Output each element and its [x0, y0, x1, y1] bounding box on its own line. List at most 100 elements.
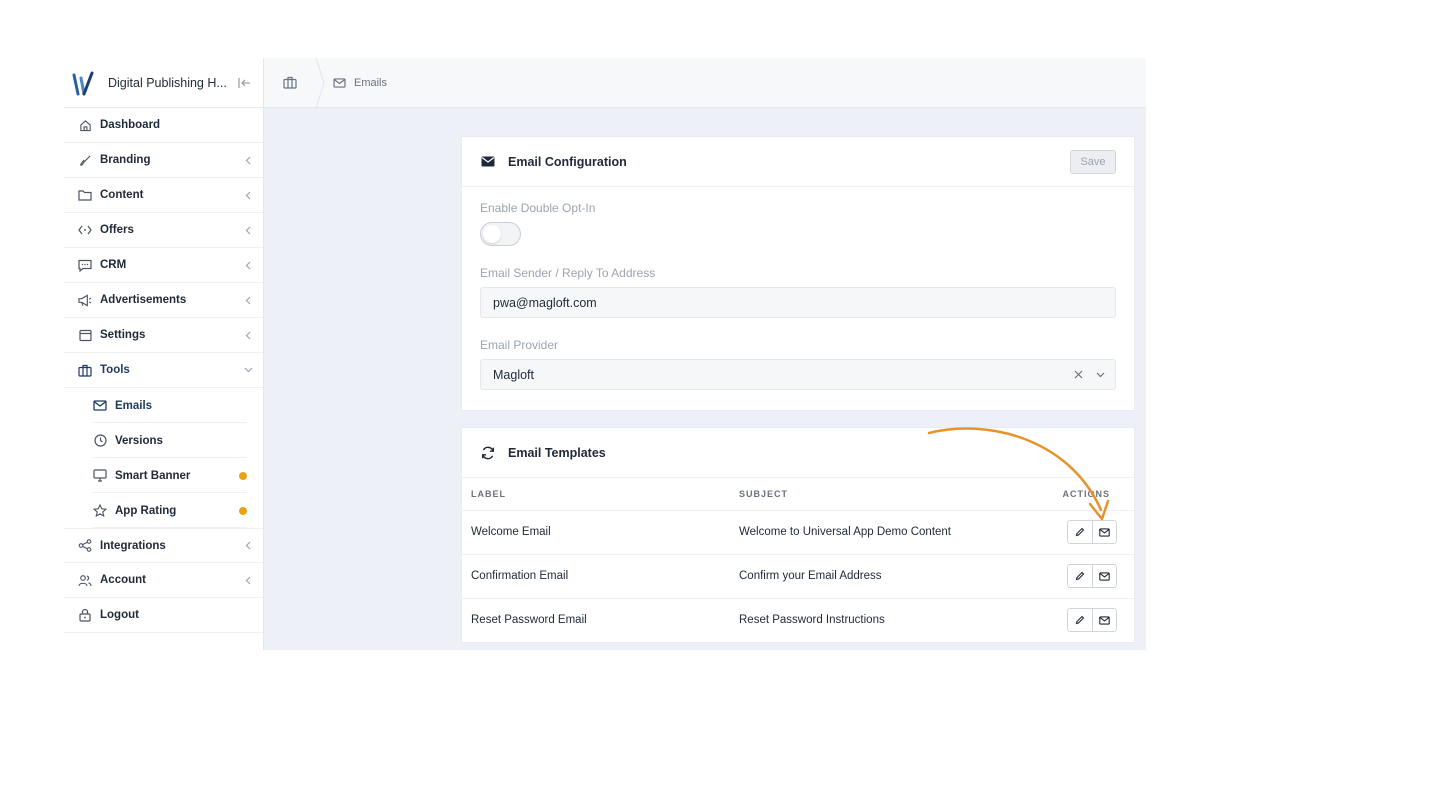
breadcrumb-current: Emails [332, 76, 387, 90]
sidebar-item-label: Settings [100, 329, 146, 341]
chevron-left-icon [243, 225, 253, 235]
chevron-down-icon[interactable] [1093, 368, 1107, 382]
card-title: Email Configuration [508, 154, 627, 169]
lock-icon [78, 608, 92, 622]
template-label: Welcome Email [462, 510, 730, 555]
megaphone-icon [78, 293, 92, 307]
templates-table: LABEL SUBJECT ACTIONS Welcome Email Welc… [462, 478, 1134, 642]
monitor-icon [93, 469, 107, 483]
mail-icon [1099, 616, 1110, 625]
sidebar-item-branding[interactable]: Branding [64, 143, 263, 178]
sidebar-item-crm[interactable]: CRM [64, 248, 263, 283]
home-icon [78, 118, 92, 132]
tag-icon [78, 223, 92, 237]
brand-header: Digital Publishing H... [64, 58, 263, 108]
sidebar-subitem-label: Versions [115, 434, 163, 447]
notification-dot [239, 506, 247, 515]
brand-logo [72, 71, 94, 95]
send-test-email-button[interactable] [1092, 564, 1117, 588]
edit-button[interactable] [1067, 608, 1092, 633]
pencil-icon [1075, 615, 1085, 625]
sidebar-item-label: Offers [100, 224, 134, 236]
send-test-email-button[interactable] [1092, 608, 1117, 633]
share-icon [78, 539, 92, 553]
brand-name: Digital Publishing H... [108, 75, 227, 90]
sidebar-subitem-smart-banner[interactable]: Smart Banner [64, 458, 263, 493]
breadcrumb: Emails [264, 57, 1146, 108]
double-optin-toggle[interactable] [480, 222, 521, 246]
provider-label: Email Provider [480, 338, 559, 352]
sidebar-item-label: Tools [100, 364, 130, 376]
chevron-left-icon [243, 190, 253, 200]
sidebar-item-logout[interactable]: Logout [64, 598, 263, 633]
collapse-sidebar-icon[interactable] [237, 75, 253, 91]
chevron-left-icon [243, 260, 253, 270]
sidebar: Digital Publishing H... Dashboard Brandi… [64, 58, 264, 650]
mail-icon [93, 399, 107, 413]
sidebar-item-dashboard[interactable]: Dashboard [64, 108, 263, 143]
card-title: Email Templates [508, 445, 606, 460]
sender-label: Email Sender / Reply To Address [480, 266, 656, 280]
chevron-left-icon [243, 541, 253, 551]
breadcrumb-label: Emails [354, 76, 388, 89]
refresh-icon[interactable] [480, 445, 496, 461]
sidebar-item-account[interactable]: Account [64, 563, 263, 598]
email-templates-card: Email Templates LABEL SUBJECT ACTIONS We… [461, 427, 1135, 643]
sidebar-subitem-versions[interactable]: Versions [64, 423, 263, 458]
config-form: Enable Double Opt-In Email Sender / Repl… [462, 187, 1134, 410]
pencil-icon [1075, 571, 1085, 581]
sidebar-subitem-app-rating[interactable]: App Rating [64, 493, 263, 528]
card-header: Email Configuration Save [462, 137, 1134, 187]
sidebar-item-label: Account [100, 574, 146, 586]
star-icon [93, 504, 107, 518]
sidebar-item-advertisements[interactable]: Advertisements [64, 283, 263, 318]
mail-icon [332, 76, 346, 90]
sidebar-item-offers[interactable]: Offers [64, 213, 263, 248]
row-actions [1029, 510, 1134, 555]
sidebar-item-label: Advertisements [100, 294, 187, 306]
clear-icon[interactable] [1071, 368, 1085, 382]
card-header: Email Templates [462, 428, 1134, 478]
sidebar-item-tools[interactable]: Tools [64, 353, 263, 388]
envelope-icon [480, 154, 496, 170]
email-provider-select[interactable]: Magloft [480, 359, 1116, 390]
clock-icon [93, 434, 107, 448]
sidebar-item-integrations[interactable]: Integrations [64, 528, 263, 563]
sidebar-item-content[interactable]: Content [64, 178, 263, 213]
column-actions: ACTIONS [1029, 478, 1134, 511]
chevron-left-icon [243, 295, 253, 305]
mail-icon [1099, 571, 1110, 581]
app-window: Digital Publishing H... Dashboard Brandi… [64, 57, 1146, 650]
sender-email-field[interactable]: pwa@magloft.com [480, 287, 1116, 318]
pencil-icon [1075, 527, 1085, 537]
edit-button[interactable] [1067, 520, 1092, 544]
provider-value: Magloft [493, 367, 534, 382]
edit-button[interactable] [1067, 564, 1092, 588]
sidebar-subitem-label: App Rating [115, 504, 177, 517]
save-button[interactable]: Save [1070, 149, 1116, 174]
template-subject: Reset Password Instructions [739, 614, 885, 627]
template-subject: Welcome to Universal App Demo Content [730, 510, 1030, 555]
template-label: Confirmation Email [462, 554, 730, 599]
double-optin-label: Enable Double Opt-In [480, 201, 596, 215]
email-configuration-card: Email Configuration Save Enable Double O… [461, 136, 1135, 411]
table-row: Reset Password Email Reset Password Inst… [462, 598, 1134, 642]
sidebar-item-settings[interactable]: Settings [64, 318, 263, 353]
table-row: Welcome Email Welcome to Universal App D… [462, 510, 1134, 555]
sidebar-subitem-emails[interactable]: Emails [64, 388, 263, 423]
chevron-left-icon [243, 330, 253, 340]
brush-icon [78, 153, 92, 167]
sidebar-subitem-label: Smart Banner [115, 469, 191, 482]
users-icon [78, 573, 92, 587]
table-header-row: LABEL SUBJECT ACTIONS [462, 478, 1134, 511]
chat-icon [78, 258, 92, 272]
breadcrumb-tools[interactable] [264, 58, 316, 108]
chevron-left-icon [243, 155, 253, 165]
sidebar-subitem-label: Emails [115, 399, 153, 412]
folder-icon [78, 188, 92, 202]
template-subject: Confirm your Email Address [730, 554, 1030, 599]
toolbox-icon [78, 363, 92, 377]
send-test-email-button[interactable] [1092, 520, 1117, 544]
row-actions [1029, 598, 1134, 642]
row-actions [1029, 554, 1134, 599]
